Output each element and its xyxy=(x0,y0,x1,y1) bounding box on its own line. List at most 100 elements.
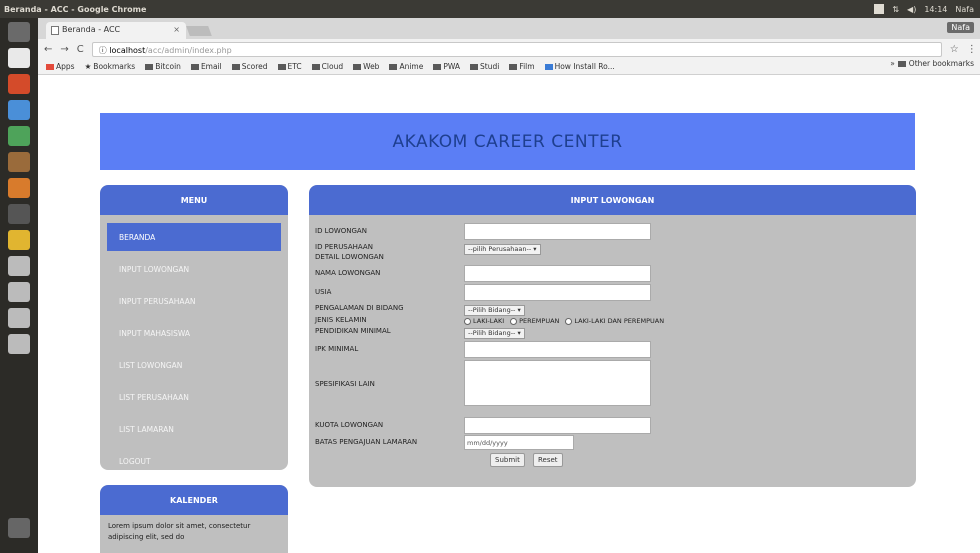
menu-item-list-lamaran[interactable]: LIST LAMARAN xyxy=(107,415,281,443)
browser-menu-icon[interactable]: ⋮ xyxy=(967,44,977,55)
folder-icon xyxy=(470,63,479,70)
radio-laki-laki-dan-perempuan[interactable]: LAKI-LAKI DAN PEREMPUAN xyxy=(565,317,664,325)
kuota-input[interactable] xyxy=(464,417,651,434)
form-title: INPUT LOWONGAN xyxy=(309,185,916,215)
software-icon[interactable] xyxy=(8,178,30,198)
bookmark-item[interactable]: Email xyxy=(190,62,222,71)
calendar-title: KALENDER xyxy=(100,485,288,515)
menu-item-input-perusahaan[interactable]: INPUT PERUSAHAAN xyxy=(107,287,281,315)
radio-icon[interactable] xyxy=(464,317,471,325)
usia-input[interactable] xyxy=(464,284,651,301)
app-icon-3[interactable] xyxy=(8,308,30,328)
folder-icon xyxy=(311,63,320,70)
folder-icon xyxy=(231,63,240,70)
reset-button[interactable]: Reset xyxy=(533,453,563,467)
app-icon-4[interactable] xyxy=(8,334,30,354)
writer-icon[interactable] xyxy=(8,100,30,120)
url-host: localhost xyxy=(109,45,146,55)
terminal-icon[interactable] xyxy=(8,204,30,224)
dash-icon[interactable] xyxy=(8,22,30,42)
submit-button[interactable]: Submit xyxy=(490,453,525,467)
apps-grid-icon xyxy=(46,63,54,70)
app-icon-2[interactable] xyxy=(8,282,30,302)
bookmark-item[interactable]: Anime xyxy=(389,62,423,71)
overflow-chevron-icon[interactable]: » xyxy=(890,59,895,68)
archive-icon[interactable] xyxy=(8,152,30,172)
bookmark-apps[interactable]: Apps xyxy=(46,62,75,71)
bookmark-item[interactable]: Web xyxy=(353,62,379,71)
bookmarks-bar: Apps ★ Bookmarks Bitcoin Email Scored ETC… xyxy=(38,59,980,75)
radio-laki-laki[interactable]: LAKI-LAKI xyxy=(464,317,504,325)
bookmark-star-icon[interactable]: ☆ xyxy=(950,44,959,55)
bookmark-item[interactable]: Scored xyxy=(231,62,268,71)
tray-volume-icon[interactable]: ◀) xyxy=(907,5,916,14)
calendar-text: Lorem ipsum dolor sit amet, consectetur … xyxy=(108,522,251,542)
menu-item-input-mahasiswa[interactable]: INPUT MAHASISWA xyxy=(107,319,281,347)
pengalaman-bidang-select[interactable]: --Pilih Bidang-- ▾ xyxy=(464,305,525,316)
bookmark-item[interactable]: Bitcoin xyxy=(145,62,181,71)
tray-network-icon[interactable]: ⇅ xyxy=(892,5,899,14)
radio-icon[interactable] xyxy=(510,317,518,325)
folder-icon xyxy=(389,63,398,70)
site-header: AKAKOM CAREER CENTER xyxy=(100,113,915,170)
calc-icon[interactable] xyxy=(8,126,30,146)
label-detail-lowongan: DETAIL LOWONGAN xyxy=(315,253,384,261)
input-lowongan-panel: INPUT LOWONGAN ID LOWONGAN ID PERUSAHAAN… xyxy=(309,185,916,487)
new-tab-button[interactable] xyxy=(186,26,212,36)
menu-item-logout[interactable]: LOGOUT xyxy=(107,447,281,470)
bookmark-item[interactable]: Film xyxy=(509,62,535,71)
menu-list: BERANDA INPUT LOWONGAN INPUT PERUSAHAAN … xyxy=(100,215,288,470)
radio-icon[interactable] xyxy=(565,317,573,325)
page-favicon-icon xyxy=(51,26,59,35)
chrome-icon[interactable] xyxy=(8,74,30,94)
pendidikan-select[interactable]: --Pilih Bidang-- ▾ xyxy=(464,328,525,339)
menu-item-beranda[interactable]: BERANDA xyxy=(107,223,281,251)
bookmark-item[interactable]: PWA xyxy=(433,62,460,71)
bookmark-item[interactable]: Cloud xyxy=(311,62,343,71)
batas-pengajuan-date-input[interactable]: mm/dd/yyyy xyxy=(464,435,574,450)
folder-icon xyxy=(509,63,518,70)
app-icon-1[interactable] xyxy=(8,256,30,276)
label-spesifikasi: SPESIFIKASI LAIN xyxy=(315,380,375,388)
label-id-perusahaan: ID PERUSAHAAN xyxy=(315,243,373,251)
bookmark-item[interactable]: Studi xyxy=(470,62,499,71)
ipk-input[interactable] xyxy=(464,341,651,358)
menu-item-list-perusahaan[interactable]: LIST PERUSAHAAN xyxy=(107,383,281,411)
label-jenis-kelamin: JENIS KELAMIN xyxy=(315,316,367,324)
profile-button[interactable]: Nafa xyxy=(947,22,974,33)
address-bar[interactable]: ⓘ localhost/acc/admin/index.php xyxy=(91,41,942,57)
folder-icon xyxy=(145,63,154,70)
menu-item-list-lowongan[interactable]: LIST LOWONGAN xyxy=(107,351,281,379)
forward-icon[interactable]: → xyxy=(60,44,68,55)
url-path: /acc/admin/index.php xyxy=(145,45,232,55)
tab-beranda[interactable]: Beranda - ACC × xyxy=(46,22,186,39)
tab-strip: Beranda - ACC × Nafa xyxy=(38,18,980,39)
bookmark-item[interactable]: ETC xyxy=(277,62,302,71)
menu-item-input-lowongan[interactable]: INPUT LOWONGAN xyxy=(107,255,281,283)
menu-title: MENU xyxy=(100,185,288,215)
tab-close-icon[interactable]: × xyxy=(173,25,180,34)
settings-icon[interactable] xyxy=(8,230,30,250)
bookmark-item[interactable]: ★ Bookmarks xyxy=(85,62,136,71)
perusahaan-select[interactable]: --pilih Perusahaan-- ▾ xyxy=(464,244,541,255)
back-icon[interactable]: ← xyxy=(44,44,52,55)
label-ipk: IPK MINIMAL xyxy=(315,345,359,353)
files-icon[interactable] xyxy=(8,48,30,68)
label-batas-pengajuan: BATAS PENGAJUAN LAMARAN xyxy=(315,438,418,446)
id-lowongan-input[interactable] xyxy=(464,223,651,240)
browser-toolbar: ← → C ⓘ localhost/acc/admin/index.php ☆ … xyxy=(38,39,980,59)
spesifikasi-textarea[interactable] xyxy=(464,360,651,406)
nama-lowongan-input[interactable] xyxy=(464,265,651,282)
bookmark-item[interactable]: How Install Ro... xyxy=(544,62,615,71)
tray-clock[interactable]: 14:14 xyxy=(924,5,947,14)
label-id-lowongan: ID LOWONGAN xyxy=(315,227,367,235)
tray-user[interactable]: Nafa xyxy=(955,5,974,14)
other-bookmarks[interactable]: » Other bookmarks xyxy=(890,59,974,68)
site-icon xyxy=(544,63,553,70)
info-icon[interactable]: ⓘ xyxy=(99,46,110,55)
tray-app-icon[interactable] xyxy=(874,4,885,14)
label-pengalaman: PENGALAMAN DI BIDANG xyxy=(315,304,404,312)
radio-perempuan[interactable]: PEREMPUAN xyxy=(510,317,559,325)
reload-icon[interactable]: C xyxy=(77,44,84,55)
trash-icon[interactable] xyxy=(8,518,30,538)
